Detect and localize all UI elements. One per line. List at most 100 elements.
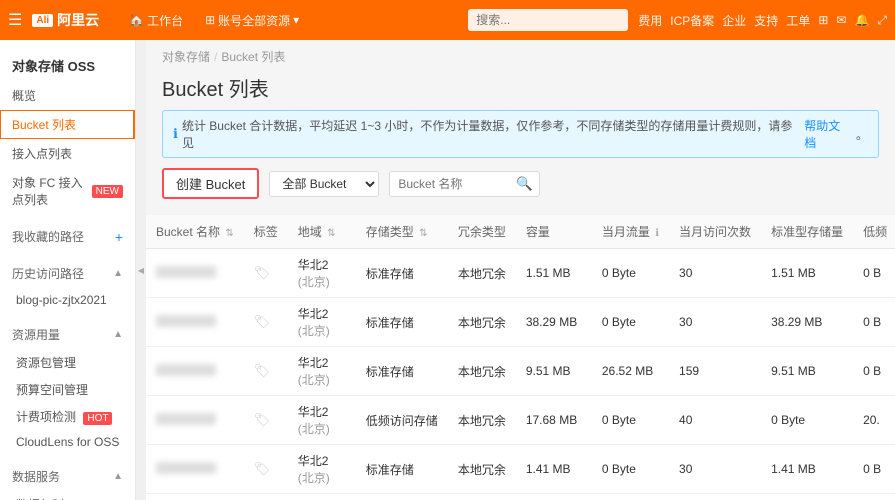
favorites-section: 我收藏的路径 + xyxy=(0,222,135,251)
history-title[interactable]: 历史访问路径 ▲ xyxy=(0,259,135,288)
sidebar-item-access-point[interactable]: 接入点列表 xyxy=(0,139,135,168)
cell-name[interactable] xyxy=(146,249,244,298)
cell-tag: 🏷 xyxy=(244,298,288,347)
cell-region: 华北2 (北京) xyxy=(288,298,356,347)
cell-lowfreq: 0 B xyxy=(853,347,895,396)
sidebar-resource-2[interactable]: 计费项检测 HOT xyxy=(0,403,135,430)
home-icon: 🏠 xyxy=(129,13,144,27)
col-monthly-traffic: 当月流量 ℹ xyxy=(592,215,669,249)
sidebar-item-bucket-list[interactable]: Bucket 列表 xyxy=(0,110,135,139)
resize-handle[interactable] xyxy=(136,40,146,500)
breadcrumb-oss[interactable]: 对象存储 xyxy=(162,48,210,65)
col-monthly-access: 当月访问次数 xyxy=(669,215,761,249)
new-badge: NEW xyxy=(92,185,123,198)
table-header-row: Bucket 名称 ⇅ 标签 地域 ⇅ 存储类型 ⇅ 冗余类型 xyxy=(146,215,895,249)
resources-title[interactable]: 资源用量 ▲ xyxy=(0,320,135,349)
create-bucket-button[interactable]: 创建 Bucket xyxy=(162,168,259,199)
help-link[interactable]: 帮助文档 xyxy=(804,117,852,151)
page-title: Bucket 列表 xyxy=(162,73,879,102)
grid-icon: ⊞ xyxy=(205,13,215,27)
bell-icon[interactable]: 🔔 xyxy=(854,13,869,27)
nav-items: 🏠 工作台 ⊞ 账号全部资源 ▾ xyxy=(119,6,468,35)
data-services-collapse-icon: ▲ xyxy=(113,471,123,482)
col-standard-storage: 标准型存储量 xyxy=(761,215,853,249)
info-icon-traffic[interactable]: ℹ xyxy=(655,228,659,239)
expand-icon[interactable]: ⤢ xyxy=(877,13,887,28)
sidebar-resource-0[interactable]: 资源包管理 xyxy=(0,349,135,376)
table-row[interactable]: 🏷 华北2 (北京) 低频访问存储 本地冗余 17.68 MB 0 Byte 4… xyxy=(146,396,895,445)
menu-icon[interactable]: ☰ xyxy=(8,10,22,30)
nav-workorder[interactable]: 工单 xyxy=(786,12,810,29)
sidebar-resource-1[interactable]: 预算空间管理 xyxy=(0,376,135,403)
nav-item-workbench[interactable]: 🏠 工作台 xyxy=(119,6,193,35)
cell-storage-type: 标准存储 xyxy=(356,445,448,494)
breadcrumb: 对象存储 / Bucket 列表 xyxy=(146,40,895,69)
bucket-table-wrap: Bucket 名称 ⇅ 标签 地域 ⇅ 存储类型 ⇅ 冗余类型 xyxy=(146,215,895,500)
table-row[interactable]: 🏷 华北2 (北京) 标准存储 本地冗余 38.29 MB 0 Byte 30 … xyxy=(146,298,895,347)
cell-redundancy: 本地冗余 xyxy=(448,249,516,298)
sort-icon-region[interactable]: ⇅ xyxy=(327,228,335,239)
cell-access: 30 xyxy=(669,249,761,298)
message-icon[interactable]: ✉ xyxy=(836,13,846,27)
cell-lowfreq: 0 B xyxy=(853,445,895,494)
cell-tag: 🏷 xyxy=(244,445,288,494)
cell-name[interactable] xyxy=(146,494,244,500)
cell-storage-type: 标准存储 xyxy=(356,249,448,298)
cell-lowfreq: 0 B xyxy=(853,494,895,500)
cell-name[interactable] xyxy=(146,298,244,347)
sidebar-item-fc-access[interactable]: 对象 FC 接入点列表 NEW xyxy=(0,168,135,214)
cell-traffic: 0 Byte xyxy=(592,445,669,494)
table-row[interactable]: 🏷 华北2 (北京) 标准存储 本地冗余 9.51 MB 26.52 MB 15… xyxy=(146,347,895,396)
cell-access: 30 xyxy=(669,494,761,500)
main-content: 对象存储 / Bucket 列表 Bucket 列表 ℹ 统计 Bucket 合… xyxy=(146,40,895,500)
bucket-type-filter[interactable]: 全部 Bucket xyxy=(269,171,379,197)
cell-traffic: 0 Byte xyxy=(592,298,669,347)
table-row[interactable]: 🏷 华北2 (北京) 标准存储 本地冗余 1.41 MB 0 Byte 30 1… xyxy=(146,445,895,494)
col-low-freq: 低频 xyxy=(853,215,895,249)
history-section: 历史访问路径 ▲ blog-pic-zjtx2021 xyxy=(0,259,135,312)
global-search-input[interactable] xyxy=(468,9,628,31)
bucket-search-wrap: 🔍 xyxy=(389,171,540,197)
bucket-search-input[interactable] xyxy=(390,173,510,195)
cell-name[interactable] xyxy=(146,347,244,396)
info-icon: ℹ xyxy=(173,126,178,142)
cell-storage-type: 低频访问存储 xyxy=(356,396,448,445)
cell-name[interactable] xyxy=(146,445,244,494)
history-item-0[interactable]: blog-pic-zjtx2021 xyxy=(0,288,135,312)
cell-redundancy: 本地冗余 xyxy=(448,494,516,500)
sidebar-data-0[interactable]: 数据复制 xyxy=(0,491,135,500)
data-services-title[interactable]: 数据服务 ▲ xyxy=(0,462,135,491)
resources-section: 资源用量 ▲ 资源包管理 预算空间管理 计费项检测 HOT CloudLens … xyxy=(0,320,135,454)
grid-apps-icon[interactable]: ⊞ xyxy=(818,13,828,27)
cell-traffic: 0 Byte xyxy=(592,396,669,445)
search-button[interactable]: 🔍 xyxy=(510,172,539,196)
cell-standard: 1.41 MB xyxy=(761,445,853,494)
sort-icon-storage[interactable]: ⇅ xyxy=(419,228,427,239)
cell-name[interactable] xyxy=(146,396,244,445)
favorites-title[interactable]: 我收藏的路径 + xyxy=(0,222,135,251)
data-services-section: 数据服务 ▲ 数据复制 数据导入 xyxy=(0,462,135,500)
sidebar-resource-3[interactable]: CloudLens for OSS xyxy=(0,430,135,454)
sidebar-item-overview[interactable]: 概览 xyxy=(0,81,135,110)
cell-capacity: 1.41 MB xyxy=(516,445,592,494)
cell-capacity: 9.51 MB xyxy=(516,347,592,396)
main-layout: 对象存储 OSS 概览 Bucket 列表 接入点列表 对象 FC 接入点列表 … xyxy=(0,40,895,500)
cell-capacity: 38.29 MB xyxy=(516,298,592,347)
info-text: 统计 Bucket 合计数据，平均延迟 1~3 小时，不作为计量数据，仅作参考，… xyxy=(182,117,800,151)
table-row[interactable]: 🏷 华北2 (北京) 标准存储 本地冗余 1.51 MB 0 Byte 30 1… xyxy=(146,249,895,298)
nav-icp[interactable]: ICP备案 xyxy=(670,12,714,29)
nav-enterprise[interactable]: 企业 xyxy=(722,12,746,29)
sort-icon-name[interactable]: ⇅ xyxy=(225,228,233,239)
nav-support[interactable]: 支持 xyxy=(754,12,778,29)
add-favorite-icon[interactable]: + xyxy=(115,229,123,245)
cell-capacity: 1.51 MB xyxy=(516,249,592,298)
sidebar-title: 对象存储 OSS xyxy=(0,48,135,81)
col-capacity: 容量 xyxy=(516,215,592,249)
nav-cost[interactable]: 费用 xyxy=(638,12,662,29)
cell-traffic: 0 Byte xyxy=(592,494,669,500)
sidebar: 对象存储 OSS 概览 Bucket 列表 接入点列表 对象 FC 接入点列表 … xyxy=(0,40,136,500)
table-body: 🏷 华北2 (北京) 标准存储 本地冗余 1.51 MB 0 Byte 30 1… xyxy=(146,249,895,500)
nav-item-resources[interactable]: ⊞ 账号全部资源 ▾ xyxy=(195,6,309,35)
hot-badge: HOT xyxy=(83,412,112,425)
table-row[interactable]: 🏷 华北2 (北京) 标准存储 本地冗余 6.58 MB 0 Byte 30 6… xyxy=(146,494,895,500)
